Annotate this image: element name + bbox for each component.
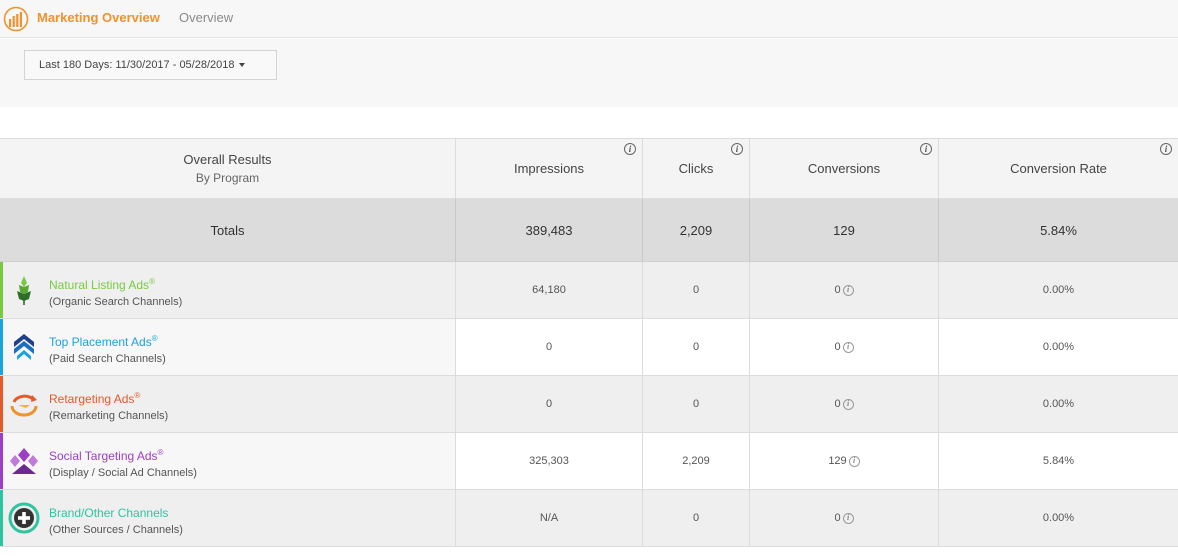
header-conversion-rate[interactable]: Conversion Rate i (939, 139, 1178, 198)
header-impressions[interactable]: Impressions i (456, 139, 643, 198)
program-name[interactable]: Social Targeting Ads (49, 449, 158, 463)
totals-impressions: 389,483 (456, 199, 643, 261)
header-clicks[interactable]: Clicks i (643, 139, 750, 198)
table-row[interactable]: Social Targeting Ads® (Display / Social … (0, 433, 1178, 490)
program-description: (Organic Search Channels) (49, 296, 183, 308)
info-icon[interactable]: i (624, 143, 636, 155)
clicks-value: 0 (643, 319, 750, 375)
clicks-value: 0 (643, 490, 750, 546)
registered-mark: ® (149, 277, 155, 286)
registered-mark: ® (157, 448, 164, 457)
header-label: Impressions (513, 161, 585, 176)
date-range-label: Last 180 Days: 11/30/2017 - 05/28/2018 (39, 59, 235, 71)
program-cell[interactable]: Top Placement Ads® (Paid Search Channels… (0, 319, 456, 375)
conversions-cell: 0i (750, 490, 939, 546)
plus-circle-icon (8, 502, 40, 534)
program-accent-bar (0, 433, 3, 489)
program-cell[interactable]: Retargeting Ads® (Remarketing Channels) (0, 376, 456, 432)
conversions-value: 129 (828, 455, 847, 467)
conversion-rate-value: 0.00% (1042, 398, 1075, 410)
header-overall-results: Overall Results By Program (0, 139, 456, 198)
header-conversions[interactable]: Conversions i (750, 139, 939, 198)
conversion-rate-value: 0.00% (1042, 512, 1075, 524)
info-icon[interactable]: i (842, 341, 854, 353)
chevron-stack-icon (14, 334, 34, 360)
program-cell[interactable]: Brand/Other Channels (Other Sources / Ch… (0, 490, 456, 546)
info-icon[interactable]: i (842, 398, 854, 410)
header-label: Conversion Rate (1010, 161, 1107, 176)
totals-row: Totals 389,483 2,209 129 5.84% (0, 199, 1178, 262)
conversions-cell: 0i (750, 376, 939, 432)
impressions-value: 64,180 (456, 262, 643, 318)
leaf-icon (17, 276, 31, 305)
table-row[interactable]: Brand/Other Channels (Other Sources / Ch… (0, 490, 1178, 547)
conversions-value: 0 (834, 512, 841, 524)
program-name[interactable]: Brand/Other Channels (49, 506, 168, 520)
header-title: Overall Results (183, 151, 272, 167)
program-description: (Other Sources / Channels) (49, 524, 183, 536)
info-icon[interactable]: i (920, 143, 932, 155)
program-description: (Display / Social Ad Channels) (49, 467, 197, 479)
program-name[interactable]: Natural Listing Ads (49, 278, 149, 292)
totals-label: Totals (0, 199, 456, 261)
conversions-value: 0 (834, 284, 841, 296)
header-label: Clicks (678, 161, 714, 176)
page-subtitle: Overview (179, 10, 234, 25)
date-range-dropdown[interactable]: Last 180 Days: 11/30/2017 - 05/28/2018 (24, 50, 277, 80)
table-row[interactable]: Natural Listing Ads® (Organic Search Cha… (0, 262, 1178, 319)
header-subtitle: By Program (195, 170, 260, 185)
impressions-value: 0 (456, 319, 643, 375)
program-name[interactable]: Retargeting Ads (49, 392, 134, 406)
program-accent-bar (0, 376, 3, 432)
impressions-value: 0 (456, 376, 643, 432)
table-row[interactable]: Top Placement Ads® (Paid Search Channels… (0, 319, 1178, 376)
table-header-row: Overall Results By Program Impressions i… (0, 138, 1178, 199)
conversion-rate-value: 0.00% (1042, 284, 1075, 296)
registered-mark: ® (151, 334, 158, 343)
conversions-cell: 0i (750, 319, 939, 375)
program-name[interactable]: Top Placement Ads (49, 335, 152, 349)
registered-mark: ® (134, 391, 141, 400)
retarget-arrow-icon (10, 394, 38, 417)
header-label: Conversions (807, 161, 881, 176)
info-icon[interactable]: i (848, 455, 860, 467)
clicks-value: 2,209 (643, 433, 750, 489)
conversions-value: 0 (834, 341, 841, 353)
conversion-rate-value: 0.00% (1042, 341, 1075, 353)
conversions-cell: 129 i (750, 433, 939, 489)
totals-conversions: 129 (750, 199, 939, 261)
info-icon[interactable]: i (842, 284, 854, 296)
conversion-rate-value: 5.84% (1042, 455, 1075, 467)
impressions-value: N/A (456, 490, 643, 546)
bar-chart-logo-icon (3, 6, 29, 32)
clicks-value: 0 (643, 262, 750, 318)
program-cell[interactable]: Natural Listing Ads® (Organic Search Cha… (0, 262, 456, 318)
info-icon[interactable]: i (842, 512, 854, 524)
totals-conversion-rate: 5.84% (1040, 222, 1077, 238)
program-description: (Paid Search Channels) (49, 353, 166, 365)
totals-clicks: 2,209 (643, 199, 750, 261)
program-cell[interactable]: Social Targeting Ads® (Display / Social … (0, 433, 456, 489)
conversions-cell: 0i (750, 262, 939, 318)
app-title[interactable]: Marketing Overview (37, 10, 160, 25)
program-accent-bar (0, 319, 3, 375)
info-icon[interactable]: i (731, 143, 743, 155)
top-bar: Marketing Overview Overview (0, 0, 1178, 38)
program-accent-bar (0, 262, 3, 318)
clicks-value: 0 (643, 376, 750, 432)
program-accent-bar (0, 490, 3, 546)
caret-down-icon (238, 63, 245, 67)
program-description: (Remarketing Channels) (49, 410, 169, 422)
impressions-value: 325,303 (456, 433, 643, 489)
conversions-value: 0 (834, 398, 841, 410)
info-icon[interactable]: i (1160, 143, 1172, 155)
filter-bar: Last 180 Days: 11/30/2017 - 05/28/2018 (0, 39, 1178, 107)
table-row[interactable]: Retargeting Ads® (Remarketing Channels) … (0, 376, 1178, 433)
social-people-icon (10, 448, 38, 474)
